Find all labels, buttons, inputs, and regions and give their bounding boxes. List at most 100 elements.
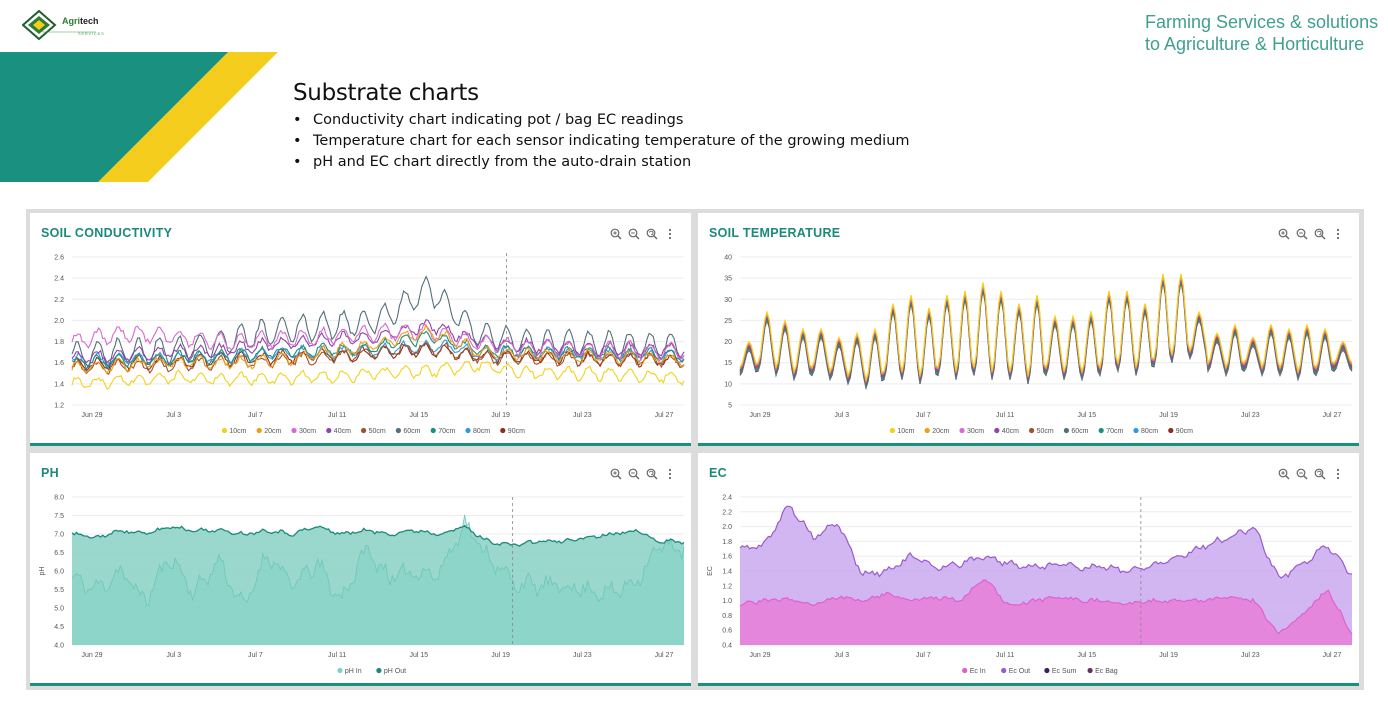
legend-marker <box>1029 427 1035 434</box>
x-tick-label: Jun 29 <box>749 412 770 419</box>
menu-icon[interactable] <box>663 227 677 241</box>
x-tick-label: Jun 29 <box>81 652 102 659</box>
chart-toolbar <box>1277 227 1345 241</box>
chart-toolbar <box>609 227 677 241</box>
ec-panel: 0.4 0.6 0.8 1.0 1.2 1.4 1.6 1.8 2.0 2.2 2.4 Jun 29 J… <box>698 453 1359 686</box>
bullet-item: • Temperature chart for each sensor indic… <box>293 133 910 149</box>
x-tick-label: Jul 19 <box>491 412 510 419</box>
legend-item: 60cm <box>403 428 420 435</box>
legend-item: 70cm <box>1106 428 1123 435</box>
zoom-in-icon[interactable] <box>1277 467 1291 481</box>
x-tick-label: Jul 11 <box>996 652 1014 659</box>
bullet-text: pH and EC chart directly from the auto-d… <box>313 154 692 170</box>
y-axis-title: EC <box>707 566 714 576</box>
x-tick-label: Jul 23 <box>1241 412 1260 419</box>
conductivity-panel: 1.2 1.4 1.6 1.8 2.0 2.2 2.4 2.6 Jun 29 Jul 3 Jul 7… <box>30 213 691 446</box>
bullet-text: Temperature chart for each sensor indica… <box>313 133 910 149</box>
legend-marker <box>291 427 297 434</box>
x-tick-label: Jul 27 <box>655 652 674 659</box>
x-tick-label: Jul 7 <box>916 652 931 659</box>
legend-item: pH Out <box>384 668 406 675</box>
legend-item: 40cm <box>334 428 351 435</box>
zoom-reset-icon[interactable] <box>1313 467 1327 481</box>
ph-chart[interactable]: 4.0 4.5 5.0 5.5 6.0 6.5 7.0 7.5 8.0 Jun 29 Jul 3 Ju… <box>30 453 691 683</box>
zoom-out-icon[interactable] <box>1295 467 1309 481</box>
y-tick-label: 5.0 <box>54 606 64 613</box>
tagline-line-2: to Agriculture & Horticulture <box>1145 34 1365 54</box>
x-tick-label: Jul 7 <box>248 412 263 419</box>
legend-item: 50cm <box>369 428 386 435</box>
zoom-reset-icon[interactable] <box>645 227 659 241</box>
x-tick-label: Jul 3 <box>834 652 849 659</box>
legend-marker <box>256 427 262 434</box>
x-tick-label: Jul 27 <box>655 412 674 419</box>
bullet-item: • pH and EC chart directly from the auto-… <box>293 154 692 170</box>
y-tick-label: 1.4 <box>722 569 732 576</box>
x-tick-label: Jul 23 <box>573 412 592 419</box>
temperature-chart[interactable]: 5 10 15 20 25 30 35 40 Jun 29 Jul 3 Jul 7 Jul 11 Jul… <box>698 213 1359 443</box>
ph-panel: 4.0 4.5 5.0 5.5 6.0 6.5 7.0 7.5 8.0 Jun 29 Jul 3 Ju… <box>30 453 691 686</box>
y-tick-label: 2.2 <box>722 509 732 516</box>
ec-chart[interactable]: 0.4 0.6 0.8 1.0 1.2 1.4 1.6 1.8 2.0 2.2 2.4 Jun 29 J… <box>698 453 1359 683</box>
logo-text-accent: tech <box>80 16 99 26</box>
legend-item: 30cm <box>299 428 316 435</box>
logo-subtitle: SERVICES <box>78 31 105 36</box>
legend-item: 20cm <box>932 428 949 435</box>
y-tick-label: 1.6 <box>54 360 64 367</box>
y-tick-label: 0.4 <box>722 643 732 650</box>
conductivity-chart[interactable]: 1.2 1.4 1.6 1.8 2.0 2.2 2.4 2.6 Jun 29 Jul 3 Jul 7… <box>30 213 691 443</box>
slide-title: Substrate charts <box>293 80 479 106</box>
zoom-reset-icon[interactable] <box>1313 227 1327 241</box>
legend-item: 60cm <box>1071 428 1088 435</box>
y-tick-label: 6.0 <box>54 569 64 576</box>
y-tick-label: 5 <box>728 403 732 410</box>
decorative-banner <box>0 52 278 182</box>
zoom-out-icon[interactable] <box>627 467 641 481</box>
legend-marker <box>994 427 1000 434</box>
x-tick-label: Jul 27 <box>1323 412 1342 419</box>
x-tick-label: Jul 11 <box>996 412 1014 419</box>
menu-icon[interactable] <box>1331 227 1345 241</box>
legend-marker <box>1087 667 1093 674</box>
y-tick-label: 2.6 <box>54 255 64 262</box>
legend-marker <box>962 667 968 674</box>
y-tick-label: 40 <box>724 255 732 262</box>
tagline-line-1: Farming Services & solutions <box>1145 12 1379 32</box>
y-tick-label: 1.8 <box>722 539 732 546</box>
legend-item: 20cm <box>264 428 281 435</box>
x-tick-label: Jul 7 <box>248 652 263 659</box>
zoom-reset-icon[interactable] <box>645 467 659 481</box>
y-tick-label: 6.5 <box>54 550 64 557</box>
y-tick-label: 0.8 <box>722 613 732 620</box>
y-tick-label: 7.5 <box>54 513 64 520</box>
x-tick-label: Jul 7 <box>916 412 931 419</box>
x-tick-label: Jul 3 <box>166 412 181 419</box>
menu-icon[interactable] <box>1331 467 1345 481</box>
logo-text-main: Agri <box>62 16 80 26</box>
y-tick-label: 2.2 <box>54 297 64 304</box>
y-tick-label: 4.5 <box>54 624 64 631</box>
y-tick-label: 1.2 <box>54 403 64 410</box>
y-tick-label: 30 <box>724 297 732 304</box>
x-tick-label: Jul 15 <box>1078 652 1097 659</box>
menu-icon[interactable] <box>663 467 677 481</box>
y-tick-label: 15 <box>724 360 732 367</box>
zoom-in-icon[interactable] <box>609 467 623 481</box>
zoom-out-icon[interactable] <box>627 227 641 241</box>
legend-marker <box>361 427 367 434</box>
legend-item: Ec Sum <box>1052 668 1077 675</box>
company-tagline: Farming Services & solutions to Agricult… <box>1145 11 1378 55</box>
legend-marker <box>1063 427 1069 434</box>
y-tick-label: 2.0 <box>722 524 732 531</box>
bullet-list: • Conductivity chart indicating pot / bag… <box>293 110 910 173</box>
zoom-in-icon[interactable] <box>609 227 623 241</box>
y-tick-label: 1.2 <box>722 583 732 590</box>
y-tick-label: 2.4 <box>722 495 732 502</box>
x-tick-label: Jul 11 <box>328 412 346 419</box>
x-tick-label: Jul 27 <box>1323 652 1342 659</box>
panel-title: EC <box>709 466 727 480</box>
zoom-in-icon[interactable] <box>1277 227 1291 241</box>
y-tick-label: 1.8 <box>54 339 64 346</box>
zoom-out-icon[interactable] <box>1295 227 1309 241</box>
legend-item: 90cm <box>1176 428 1193 435</box>
